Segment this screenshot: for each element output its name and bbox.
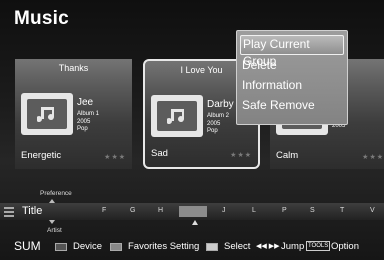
select-hint[interactable]: Select: [224, 241, 250, 252]
tools-key-icon: TOOLS: [306, 241, 331, 251]
music-note-icon: [21, 93, 73, 135]
jump-icon: ◀◀ ▶▶: [256, 243, 280, 250]
card-mood: Calm: [276, 150, 299, 161]
card-meta: Album 1 2005 Pop: [77, 111, 99, 134]
card-year: 2005: [77, 118, 91, 125]
card-artist: Darby: [207, 99, 234, 110]
music-note-icon: [151, 95, 203, 137]
device-hint[interactable]: Device: [73, 241, 102, 252]
option-hint[interactable]: Option: [331, 241, 359, 252]
card-artist: Jee: [77, 97, 94, 108]
page-title: Music: [14, 8, 69, 29]
card-genre: Pop: [207, 128, 218, 134]
jump-letter[interactable]: L: [252, 207, 256, 214]
caret-up-icon: [192, 220, 198, 225]
jump-letter[interactable]: F: [102, 207, 106, 214]
favorites-setting-hint[interactable]: Favorites Setting: [128, 241, 199, 252]
context-menu: Play Current Group Delete Information Sa…: [236, 30, 348, 125]
music-card[interactable]: Thanks Jee Album 1 2005 Pop Energetic ★★…: [15, 59, 132, 169]
status-bar: SUM Device Favorites Setting Select ◀◀ ▶…: [0, 237, 384, 260]
rating-stars: ★★★: [104, 154, 126, 161]
sort-option-below[interactable]: Artist: [47, 227, 62, 234]
arrow-down-icon: [49, 220, 55, 224]
card-year: 2005: [207, 120, 221, 127]
jump-letter[interactable]: P: [282, 207, 287, 214]
jump-letter[interactable]: H: [158, 207, 163, 214]
list-icon: [4, 207, 14, 217]
card-mood: Sad: [151, 148, 168, 159]
sort-bar: Title F G H J L P S T V: [0, 199, 384, 224]
menu-item-delete[interactable]: Delete: [240, 56, 344, 76]
arrow-up-icon: [49, 199, 55, 203]
menu-item-information[interactable]: Information: [240, 76, 344, 96]
card-genre: Pop: [77, 126, 88, 132]
red-button-icon: [55, 243, 67, 251]
music-screen: Music Thanks Jee Album 1 2005 Pop Energe…: [0, 0, 384, 260]
jump-letter[interactable]: G: [130, 207, 135, 214]
card-album: Album 2: [207, 113, 230, 119]
menu-item-safe-remove[interactable]: Safe Remove: [240, 96, 344, 116]
card-meta: Album 2 2005 Pop: [207, 113, 229, 136]
sort-current[interactable]: Title: [22, 205, 42, 217]
green-button-icon: [110, 243, 122, 251]
sort-option-above[interactable]: Preference: [40, 190, 72, 197]
card-title: Thanks: [58, 63, 89, 73]
jump-letter[interactable]: V: [370, 207, 375, 214]
jump-letter[interactable]: S: [310, 207, 315, 214]
enter-button-icon: [206, 243, 218, 251]
rating-stars: ★★★: [230, 152, 252, 159]
sum-label: SUM: [14, 239, 41, 253]
jump-highlight: [179, 206, 207, 217]
card-album: Album 1: [77, 111, 100, 117]
jump-letter[interactable]: T: [340, 207, 344, 214]
jump-letter[interactable]: J: [222, 207, 226, 214]
card-mood: Energetic: [21, 150, 62, 161]
jump-hint[interactable]: Jump: [281, 241, 304, 252]
menu-item-play-current-group[interactable]: Play Current Group: [240, 35, 344, 68]
rating-stars: ★★★: [362, 154, 384, 161]
